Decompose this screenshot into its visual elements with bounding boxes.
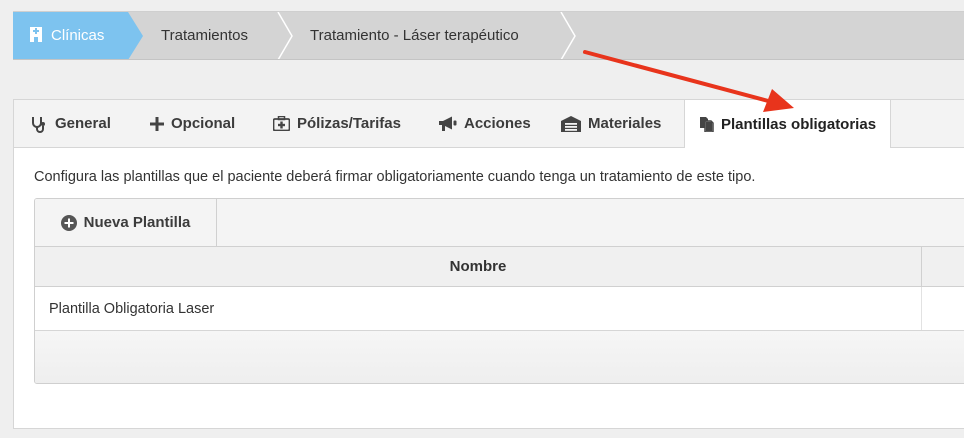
tab-general[interactable]: General xyxy=(30,100,111,147)
breadcrumb-label: Tratamientos xyxy=(161,27,248,44)
tab-label: Acciones xyxy=(464,115,531,132)
warehouse-icon xyxy=(561,115,581,132)
megaphone-icon xyxy=(439,116,457,131)
tab-label: General xyxy=(55,115,111,132)
tab-opcional[interactable]: Opcional xyxy=(150,100,235,147)
table-header: Nombre xyxy=(35,247,964,287)
clinic-building-icon xyxy=(29,26,43,46)
tab-plantillas-obligatorias[interactable]: Plantillas obligatorias xyxy=(684,100,892,148)
medkit-icon xyxy=(273,116,290,131)
breadcrumb: Clínicas Tratamientos Tratamiento - Láse… xyxy=(13,11,964,60)
stethoscope-icon xyxy=(32,116,45,133)
grid-footer xyxy=(35,331,964,383)
tab-label: Plantillas obligatorias xyxy=(721,115,877,133)
breadcrumb-label: Tratamiento - Láser terapéutico xyxy=(310,27,519,44)
new-template-label: Nueva Plantilla xyxy=(83,214,191,231)
breadcrumb-item-tratamiento-laser[interactable]: Tratamiento - Láser terapéutico xyxy=(310,12,519,59)
templates-grid: Nueva Plantilla Nombre Plantilla Obligat… xyxy=(34,198,964,384)
breadcrumb-separator xyxy=(127,12,143,59)
tab-acciones[interactable]: Acciones xyxy=(438,100,531,147)
breadcrumb-separator xyxy=(277,12,293,59)
cell-nombre: Plantilla Obligatoria Laser xyxy=(49,300,215,317)
breadcrumb-item-tratamientos[interactable]: Tratamientos xyxy=(161,12,248,59)
tab-bar: General Opcional Pólizas/Tarifas Accione… xyxy=(14,100,964,148)
plus-icon xyxy=(150,116,164,131)
breadcrumb-label: Clínicas xyxy=(51,27,105,44)
tab-polizas-tarifas[interactable]: Pólizas/Tarifas xyxy=(273,100,401,147)
tab-description: Configura las plantillas que el paciente… xyxy=(34,169,756,185)
copy-files-icon xyxy=(700,117,714,132)
new-template-button[interactable]: Nueva Plantilla xyxy=(35,199,217,246)
breadcrumb-item-clinicas[interactable]: Clínicas xyxy=(13,12,128,59)
tab-label: Opcional xyxy=(171,115,236,132)
grid-toolbar: Nueva Plantilla xyxy=(35,199,964,247)
column-divider xyxy=(921,287,922,330)
treatment-panel: General Opcional Pólizas/Tarifas Accione… xyxy=(13,99,964,429)
column-header-nombre[interactable]: Nombre xyxy=(35,247,922,286)
tab-label: Materiales xyxy=(588,115,662,132)
table-row[interactable]: Plantilla Obligatoria Laser xyxy=(35,287,964,331)
tab-materiales[interactable]: Materiales xyxy=(561,100,661,147)
plus-circle-icon xyxy=(60,214,77,231)
tab-label: Pólizas/Tarifas xyxy=(297,115,401,132)
breadcrumb-separator xyxy=(560,12,576,59)
